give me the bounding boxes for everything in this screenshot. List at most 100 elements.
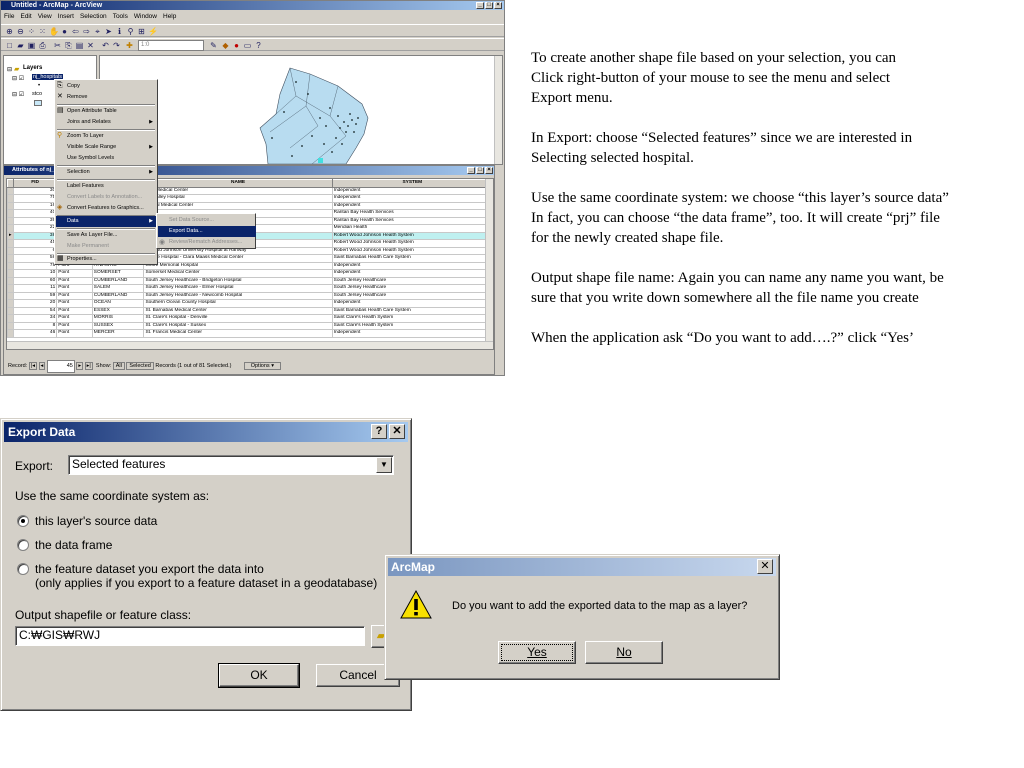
table-cell[interactable]: Robert Wood Johnson Health System — [331, 239, 493, 248]
close-button[interactable]: ✕ — [389, 424, 405, 439]
table-cell[interactable]: 30 — [12, 186, 58, 195]
first-record-button[interactable]: |◂ — [28, 362, 37, 370]
table-row[interactable]: 54 Point ESSEX St. Barnabas Medical Center S… — [7, 306, 493, 315]
prev-record-button[interactable]: ◂ — [38, 362, 46, 370]
table-cell[interactable]: 10 — [12, 269, 58, 278]
table-cell[interactable]: 46 — [12, 329, 58, 338]
redo-icon[interactable]: ↷ — [112, 41, 121, 50]
table-cell[interactable]: Meridian Health — [331, 224, 493, 233]
table-cell[interactable]: South Jersey Healthcare - Bridgeton Hosp… — [143, 276, 333, 285]
table-cell[interactable]: 22 — [12, 224, 58, 233]
table-cell[interactable]: ...ional Medical Center — [143, 201, 333, 210]
radio-data-frame[interactable] — [17, 539, 29, 551]
export-select[interactable]: Selected features ▼ — [68, 455, 394, 475]
table-cell[interactable]: 6 — [12, 246, 58, 255]
yes-button[interactable]: Yes — [498, 641, 576, 664]
table-cell[interactable]: 58 — [12, 254, 58, 263]
table-cell[interactable]: Point — [56, 276, 93, 285]
table-cell[interactable]: Independent — [331, 261, 493, 270]
table-cell[interactable]: MORRIS — [91, 314, 145, 323]
table-cell[interactable]: 11 — [12, 284, 58, 293]
copy-icon[interactable]: ⎘ — [64, 41, 73, 50]
fixed-zoom-in-icon[interactable]: ⁘ — [27, 27, 36, 36]
table-cell[interactable]: 34 — [12, 314, 58, 323]
table-cell[interactable]: Saint Clare's Health System — [331, 321, 493, 330]
table-cell[interactable]: 45 — [12, 239, 58, 248]
undo-icon[interactable]: ↶ — [101, 41, 110, 50]
menu-item-copy[interactable]: Copy — [67, 81, 157, 92]
table-cell[interactable]: Point — [56, 269, 93, 278]
table-cell[interactable]: Point — [56, 284, 93, 293]
table-cell[interactable]: SOMERSET — [91, 269, 145, 278]
find-icon[interactable]: ⚲ — [126, 27, 135, 36]
table-cell[interactable]: 20 — [12, 299, 58, 308]
add-data-icon[interactable]: ✚ — [125, 41, 134, 50]
grid-horizontal-scrollbar[interactable] — [7, 341, 493, 349]
table-cell[interactable]: Independent — [331, 194, 493, 203]
table-cell[interactable]: SUSSEX — [91, 321, 145, 330]
table-row[interactable]: 11 Point SALEM South Jersey Healthcare - El… — [7, 284, 493, 293]
table-cell[interactable]: 75 — [12, 194, 58, 203]
radio-feature-dataset[interactable] — [17, 563, 29, 575]
table-cell[interactable]: 38 — [12, 231, 58, 240]
select-elements-icon[interactable]: ➤ — [104, 27, 113, 36]
menu-item-visible-scale-range[interactable]: Visible Scale Range ▶ — [67, 142, 157, 153]
table-cell[interactable]: Saint Clare's Health System — [331, 314, 493, 323]
attr-close-button[interactable]: × — [485, 167, 493, 174]
table-row[interactable]: 8 Point SUSSEX St. Clare's Hospital - Susse… — [7, 321, 493, 330]
output-path-input[interactable]: C:₩GIS₩RWJ — [15, 626, 365, 646]
table-cell[interactable]: SALEM — [91, 284, 145, 293]
table-row[interactable]: 60 Point CUMBERLAND South Jersey Healthcare… — [7, 276, 493, 285]
table-cell[interactable]: ESSEX — [91, 306, 145, 315]
table-cell[interactable]: Robert Wood Johnson Health System — [331, 231, 493, 240]
menu-tools[interactable]: Tools — [110, 11, 131, 23]
delete-icon[interactable]: ✕ — [86, 41, 95, 50]
pan-icon[interactable]: ✋ — [49, 27, 59, 36]
last-record-button[interactable]: ▸| — [84, 362, 93, 370]
toc-layers-root[interactable]: Layers — [23, 65, 42, 71]
table-cell[interactable]: 59 — [12, 291, 58, 300]
back-icon[interactable]: ⇦ — [71, 27, 80, 36]
paste-icon[interactable]: ▤ — [75, 41, 84, 50]
table-cell[interactable]: Shore Memorial Hospital — [143, 261, 333, 270]
table-row[interactable]: 59 Point CUMBERLAND South Jersey Healthcare… — [7, 291, 493, 300]
column-header[interactable]: FID — [12, 179, 58, 188]
menu-item-zoom-to-layer[interactable]: Zoom To Layer — [67, 131, 157, 142]
table-cell[interactable]: South Jersey Healthcare — [331, 284, 493, 293]
open-icon[interactable]: ▰ — [16, 41, 25, 50]
attr-minimize-button[interactable]: _ — [467, 167, 475, 174]
table-cell[interactable]: Somerset Medical Center — [143, 269, 333, 278]
map-scale-combo[interactable]: 1:0 — [138, 40, 204, 51]
grid-vertical-scrollbar[interactable] — [485, 179, 493, 341]
toc-layer-stco[interactable]: stco — [32, 91, 42, 97]
menu-item-label-features[interactable]: Label Features — [67, 181, 157, 192]
submenu-item-export-data[interactable]: Export Data... — [158, 226, 256, 237]
table-cell[interactable]: 8 — [12, 321, 58, 330]
identify-icon[interactable]: ℹ — [115, 27, 124, 36]
layer2-checkbox[interactable]: ⊟ ☑ — [12, 91, 24, 98]
minimize-button[interactable]: _ — [476, 2, 484, 9]
table-cell[interactable]: Point — [56, 291, 93, 300]
menu-item-properties[interactable]: Properties... — [67, 254, 157, 265]
show-all-button[interactable]: All — [112, 362, 125, 370]
table-row[interactable]: 20 Point OCEAN Southern Ocean County Hospit… — [7, 299, 493, 308]
table-cell[interactable]: St. Francis Medical Center — [143, 329, 333, 338]
table-cell[interactable]: Independent — [331, 201, 493, 210]
attr-maximize-button[interactable]: □ — [476, 167, 484, 174]
table-cell[interactable]: Raritan Bay Health Services — [331, 209, 493, 218]
table-cell[interactable]: OCEAN — [91, 299, 145, 308]
menu-item-use-symbol-levels[interactable]: Use Symbol Levels — [67, 153, 157, 164]
menu-selection[interactable]: Selection — [77, 11, 110, 23]
cut-icon[interactable]: ✂ — [53, 41, 62, 50]
table-cell[interactable]: Point — [56, 306, 93, 315]
table-cell[interactable]: CUMBERLAND — [91, 276, 145, 285]
table-cell[interactable]: Independent — [331, 329, 493, 338]
menu-item-remove[interactable]: Remove — [67, 92, 157, 103]
table-cell[interactable]: MERCER — [91, 329, 145, 338]
maximize-button[interactable]: □ — [485, 2, 493, 9]
map-view[interactable] — [99, 55, 503, 165]
menu-insert[interactable]: Insert — [55, 11, 77, 23]
menu-item-convert-features[interactable]: Convert Features to Graphics... — [67, 203, 157, 214]
ok-button[interactable]: OK — [218, 663, 300, 688]
table-cell[interactable]: 54 — [12, 306, 58, 315]
